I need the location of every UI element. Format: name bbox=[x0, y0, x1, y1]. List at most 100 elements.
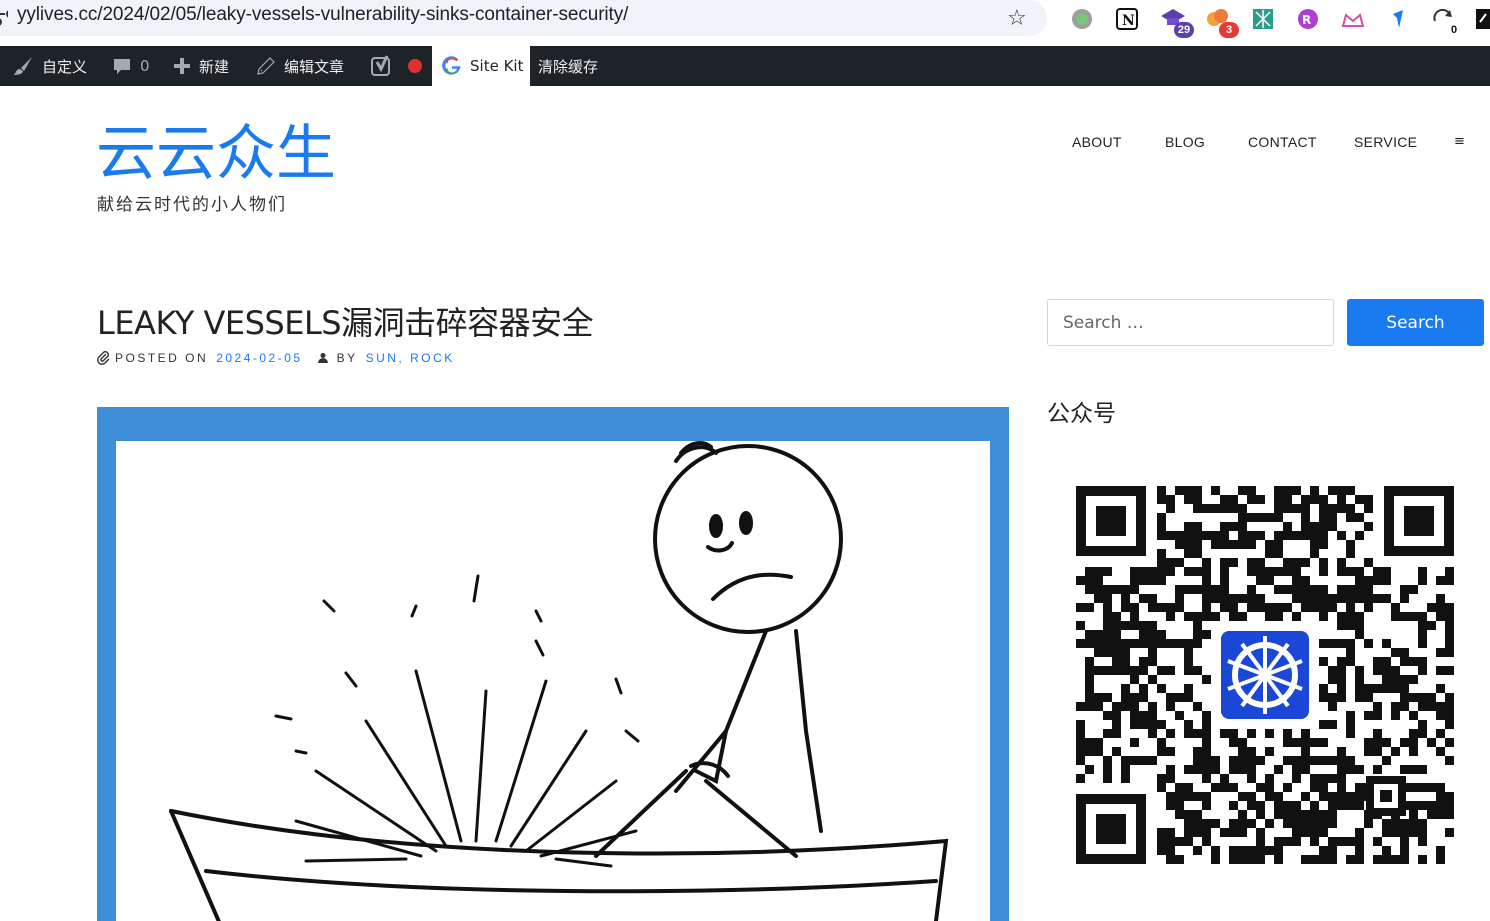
qr-module bbox=[1148, 603, 1157, 612]
qr-module bbox=[1094, 738, 1103, 747]
qr-module bbox=[1211, 594, 1220, 603]
bookmark-star-icon[interactable]: ☆ bbox=[1007, 6, 1027, 31]
qr-module bbox=[1265, 819, 1274, 828]
qr-module bbox=[1373, 666, 1382, 675]
qr-module bbox=[1436, 648, 1445, 657]
comments-menu-item[interactable]: 0 bbox=[112, 46, 150, 86]
qr-module bbox=[1211, 504, 1220, 513]
more-extension-icon[interactable] bbox=[1476, 6, 1490, 32]
site-info-icon[interactable] bbox=[0, 9, 8, 27]
qr-module bbox=[1301, 729, 1310, 738]
qr-module bbox=[1265, 774, 1274, 783]
crown-extension-icon[interactable] bbox=[1340, 6, 1366, 32]
qr-module bbox=[1166, 567, 1175, 576]
yoast-menu-item[interactable] bbox=[370, 46, 422, 86]
qr-module bbox=[1202, 747, 1211, 756]
qr-module bbox=[1292, 819, 1301, 828]
new-content-menu-item[interactable]: 新建 bbox=[173, 46, 229, 86]
qr-module bbox=[1391, 675, 1400, 684]
nav-about[interactable]: ABOUT bbox=[1072, 134, 1122, 150]
comments-count: 0 bbox=[140, 57, 150, 75]
sitekit-menu-item[interactable]: Site Kit bbox=[432, 46, 530, 86]
qr-module bbox=[1166, 693, 1175, 702]
qr-module bbox=[1418, 693, 1427, 702]
qr-module bbox=[1409, 675, 1418, 684]
qr-module bbox=[1373, 855, 1382, 864]
blue-arrow-extension-icon[interactable] bbox=[1385, 6, 1411, 32]
nav-service[interactable]: SERVICE bbox=[1354, 134, 1417, 150]
clear-cache-menu-item[interactable]: 清除缓存 bbox=[538, 46, 598, 86]
search-input[interactable] bbox=[1047, 299, 1334, 346]
qr-module bbox=[1355, 531, 1364, 540]
paperclip-icon bbox=[97, 351, 110, 365]
post-date-link[interactable]: 2024-02-05 bbox=[216, 351, 302, 365]
graduation-cap-extension-icon[interactable]: 29 bbox=[1160, 6, 1194, 38]
search-button[interactable]: Search bbox=[1347, 299, 1484, 346]
qr-module bbox=[1076, 774, 1085, 783]
qr-module bbox=[1175, 639, 1184, 648]
qr-module bbox=[1274, 846, 1283, 855]
qr-module bbox=[1292, 828, 1301, 837]
qr-module bbox=[1265, 747, 1274, 756]
qr-module bbox=[1337, 558, 1346, 567]
site-title[interactable]: 云云众生 bbox=[96, 116, 336, 192]
qr-module bbox=[1085, 675, 1094, 684]
qr-module bbox=[1148, 702, 1157, 711]
qr-module bbox=[1283, 801, 1292, 810]
qr-module bbox=[1391, 666, 1400, 675]
qr-module bbox=[1166, 729, 1175, 738]
purple-logo-extension-icon[interactable]: R bbox=[1295, 6, 1321, 32]
qr-module bbox=[1292, 567, 1301, 576]
nav-blog[interactable]: BLOG bbox=[1165, 134, 1205, 150]
qr-module bbox=[1391, 702, 1400, 711]
qr-module bbox=[1355, 792, 1364, 801]
qr-module bbox=[1346, 621, 1355, 630]
qr-module bbox=[1121, 603, 1130, 612]
qr-module bbox=[1445, 720, 1454, 729]
address-bar[interactable]: yylives.cc/2024/02/05/leaky-vessels-vuln… bbox=[0, 0, 1047, 36]
qr-module bbox=[1292, 612, 1301, 621]
qr-module bbox=[1211, 756, 1220, 765]
qr-module bbox=[1229, 504, 1238, 513]
qr-module bbox=[1400, 828, 1409, 837]
qr-module bbox=[1157, 774, 1166, 783]
color-circle-extension-icon[interactable] bbox=[1069, 6, 1095, 32]
qr-module bbox=[1085, 657, 1094, 666]
post-author-link[interactable]: SUN, ROCK bbox=[366, 351, 455, 365]
customize-menu-item[interactable]: 自定义 bbox=[12, 46, 87, 86]
cloud-extension-icon[interactable]: 3 bbox=[1205, 6, 1239, 38]
qr-module bbox=[1382, 576, 1391, 585]
qr-module bbox=[1229, 828, 1238, 837]
qr-module bbox=[1355, 693, 1364, 702]
qr-module bbox=[1310, 738, 1319, 747]
qr-module bbox=[1094, 702, 1103, 711]
qr-module bbox=[1112, 585, 1121, 594]
qr-module bbox=[1148, 720, 1157, 729]
edit-post-menu-item[interactable]: 编辑文章 bbox=[256, 46, 344, 86]
qr-module bbox=[1310, 585, 1319, 594]
qr-module bbox=[1382, 819, 1391, 828]
nav-contact[interactable]: CONTACT bbox=[1248, 134, 1317, 150]
qr-module bbox=[1193, 747, 1202, 756]
qr-module bbox=[1265, 603, 1274, 612]
qr-module bbox=[1328, 846, 1337, 855]
qr-module bbox=[1310, 837, 1319, 846]
qr-module bbox=[1265, 792, 1274, 801]
sync-extension-icon[interactable]: 0 bbox=[1430, 6, 1464, 38]
notion-extension-icon[interactable]: N bbox=[1114, 6, 1140, 32]
qr-module bbox=[1445, 711, 1454, 720]
qr-module bbox=[1400, 846, 1409, 855]
menu-toggle-icon[interactable]: ≡ bbox=[1454, 134, 1465, 149]
qr-module bbox=[1211, 612, 1220, 621]
qr-module bbox=[1247, 594, 1256, 603]
qr-module bbox=[1346, 486, 1355, 495]
qr-module bbox=[1391, 819, 1400, 828]
qr-module bbox=[1202, 594, 1211, 603]
qr-module bbox=[1193, 612, 1202, 621]
qr-module bbox=[1175, 792, 1184, 801]
qr-module bbox=[1382, 567, 1391, 576]
url-text[interactable]: yylives.cc/2024/02/05/leaky-vessels-vuln… bbox=[17, 4, 628, 26]
grid-extension-icon[interactable] bbox=[1250, 6, 1276, 32]
qr-module bbox=[1436, 702, 1445, 711]
qr-module bbox=[1103, 603, 1112, 612]
